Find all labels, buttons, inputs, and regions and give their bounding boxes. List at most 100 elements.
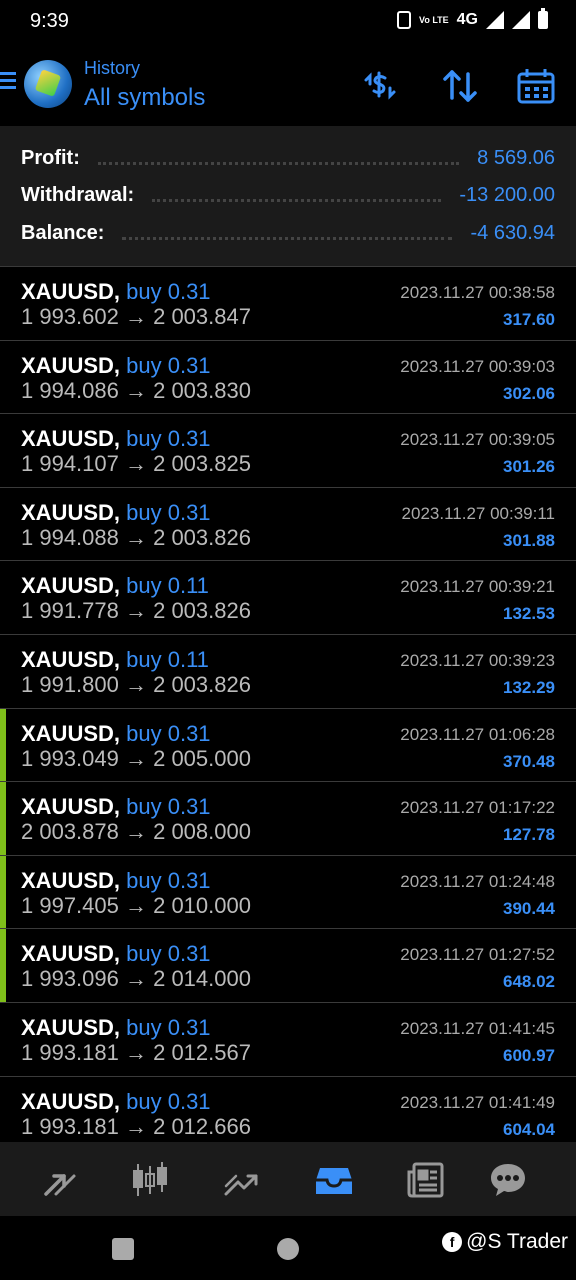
- signal-icon-2: [512, 11, 530, 29]
- menu-icon[interactable]: [0, 72, 16, 90]
- deal-time: 2023.11.27 00:39:23: [400, 650, 555, 670]
- deal-symbol: XAUUSD,: [21, 279, 121, 304]
- deal-profit: 370.48: [503, 751, 555, 771]
- deal-row[interactable]: XAUUSD, buy 0.11 1 991.800 → 2 003.826 202…: [0, 635, 576, 709]
- deal-title: XAUUSD, buy 0.31: [21, 1089, 211, 1115]
- deal-profit: 317.60: [503, 310, 555, 329]
- deal-time: 2023.11.27 01:24:48: [400, 871, 555, 891]
- deal-title: XAUUSD, buy 0.11: [21, 647, 209, 673]
- trade-icon[interactable]: [222, 1160, 262, 1200]
- battery-icon: [538, 8, 548, 29]
- withdrawal-row: Withdrawal: -13 200.00: [21, 181, 555, 209]
- deal-list[interactable]: XAUUSD, buy 0.31 1 993.602 → 2 003.847 202…: [0, 267, 576, 1142]
- deal-prices: 1 997.405 → 2 010.000: [21, 892, 251, 918]
- deal-row[interactable]: XAUUSD, buy 0.31 1 994.088 → 2 003.826 202…: [0, 488, 576, 562]
- deal-profit: 604.04: [503, 1119, 555, 1139]
- dot-leader: [97, 152, 460, 165]
- header-title[interactable]: All symbols: [84, 84, 205, 112]
- deal-row[interactable]: XAUUSD, buy 0.31 1 993.181 → 2 012.666 202…: [0, 1077, 576, 1142]
- deal-profit: 132.53: [503, 604, 555, 624]
- deal-side: buy 0.31: [126, 720, 211, 746]
- deal-symbol: XAUUSD,: [21, 867, 121, 893]
- recents-button[interactable]: [112, 1238, 134, 1260]
- deal-prices: 1 993.049 → 2 005.000: [21, 745, 251, 771]
- deal-prices: 1 993.181 → 2 012.567: [21, 1039, 251, 1065]
- dot-leader: [122, 227, 453, 240]
- deal-side: buy 0.31: [126, 1014, 211, 1040]
- history-icon[interactable]: [314, 1160, 354, 1200]
- deal-title: XAUUSD, buy 0.31: [21, 279, 211, 305]
- deal-side: buy 0.31: [126, 352, 211, 378]
- calendar-icon[interactable]: [516, 66, 556, 106]
- deal-symbol: XAUUSD,: [21, 720, 121, 746]
- deal-symbol: XAUUSD,: [21, 794, 121, 820]
- dot-leader: [152, 189, 442, 202]
- news-icon[interactable]: [406, 1160, 446, 1200]
- header-subtitle: History: [84, 58, 141, 78]
- deal-side: buy 0.11: [126, 646, 209, 672]
- deal-time: 2023.11.27 01:41:45: [400, 1018, 555, 1038]
- balance-value: -4 630.94: [470, 221, 555, 244]
- app-logo[interactable]: [24, 60, 72, 108]
- network-type: 4G: [456, 11, 478, 28]
- chart-icon[interactable]: [130, 1160, 170, 1200]
- deal-symbol: XAUUSD,: [21, 646, 121, 672]
- deal-row[interactable]: XAUUSD, buy 0.31 1 994.107 → 2 003.825 202…: [0, 414, 576, 488]
- deal-row[interactable]: XAUUSD, buy 0.31 1 993.602 → 2 003.847 202…: [0, 267, 576, 341]
- deal-row[interactable]: XAUUSD, buy 0.31 1 994.086 → 2 003.830 202…: [0, 341, 576, 415]
- deal-title: XAUUSD, buy 0.11: [21, 573, 209, 599]
- deal-prices: 1 994.107 → 2 003.825: [21, 451, 251, 477]
- deal-prices: 2 003.878 → 2 008.000: [21, 819, 251, 845]
- balance-row: Balance: -4 630.94: [21, 219, 555, 247]
- deal-row[interactable]: XAUUSD, buy 0.31 1 993.049 → 2 005.000 202…: [0, 708, 576, 783]
- deal-title: XAUUSD, buy 0.31: [21, 1015, 211, 1041]
- deal-symbol: XAUUSD,: [21, 426, 121, 452]
- watermark: f @S Trader: [442, 1230, 568, 1254]
- deal-prices: 1 993.181 → 2 012.666: [21, 1113, 251, 1139]
- deal-side: buy 0.31: [126, 1088, 211, 1114]
- deal-title: XAUUSD, buy 0.31: [21, 868, 211, 894]
- quotes-icon[interactable]: [38, 1160, 78, 1200]
- deal-prices: 1 993.096 → 2 014.000: [21, 966, 251, 992]
- deal-profit: 132.29: [503, 677, 555, 697]
- deal-side: buy 0.31: [126, 941, 211, 967]
- deal-symbol: XAUUSD,: [21, 1088, 121, 1114]
- home-button[interactable]: [277, 1238, 299, 1260]
- deal-profit: 600.97: [503, 1045, 555, 1065]
- deal-time: 2023.11.27 01:06:28: [400, 724, 555, 744]
- currency-filter-icon[interactable]: [360, 66, 400, 106]
- deal-row[interactable]: XAUUSD, buy 0.31 1 993.181 → 2 012.567 202…: [0, 1003, 576, 1077]
- withdrawal-value: -13 200.00: [459, 183, 555, 206]
- chat-icon[interactable]: [488, 1160, 528, 1200]
- vibrate-icon: [396, 11, 411, 29]
- deal-title: XAUUSD, buy 0.31: [21, 721, 211, 747]
- deal-prices: 1 991.778 → 2 003.826: [21, 598, 251, 624]
- status-icons: Vo LTE 4G: [396, 8, 548, 29]
- profit-row: Profit: 8 569.06: [21, 144, 555, 172]
- deal-symbol: XAUUSD,: [21, 573, 121, 599]
- deal-side: buy 0.11: [126, 573, 209, 599]
- deal-prices: 1 993.602 → 2 003.847: [21, 304, 251, 329]
- deal-time: 2023.11.27 01:17:22: [400, 798, 555, 818]
- system-nav-bar: f @S Trader: [0, 1216, 576, 1280]
- profit-label: Profit:: [21, 146, 80, 169]
- deal-profit: 390.44: [503, 898, 555, 918]
- deal-title: XAUUSD, buy 0.31: [21, 794, 211, 820]
- deal-title: XAUUSD, buy 0.31: [21, 426, 211, 452]
- facebook-icon: f: [442, 1232, 463, 1252]
- deal-row[interactable]: XAUUSD, buy 0.11 1 991.778 → 2 003.826 202…: [0, 561, 576, 635]
- deal-side: buy 0.31: [126, 279, 211, 304]
- sort-icon[interactable]: [440, 66, 480, 106]
- deal-time: 2023.11.27 00:39:11: [401, 503, 555, 523]
- deal-row[interactable]: XAUUSD, buy 0.31 1 997.405 → 2 010.000 202…: [0, 855, 576, 930]
- deal-title: XAUUSD, buy 0.31: [21, 941, 211, 967]
- deal-symbol: XAUUSD,: [21, 1014, 121, 1040]
- deal-time: 2023.11.27 01:41:49: [400, 1092, 555, 1112]
- deal-prices: 1 991.800 → 2 003.826: [21, 671, 251, 697]
- deal-profit: 301.26: [503, 457, 555, 477]
- deal-symbol: XAUUSD,: [21, 499, 121, 525]
- profit-value: 8 569.06: [477, 146, 555, 169]
- deal-row[interactable]: XAUUSD, buy 0.31 2 003.878 → 2 008.000 202…: [0, 782, 576, 856]
- deal-row[interactable]: XAUUSD, buy 0.31 1 993.096 → 2 014.000 202…: [0, 929, 576, 1003]
- deal-time: 2023.11.27 00:38:58: [400, 283, 555, 302]
